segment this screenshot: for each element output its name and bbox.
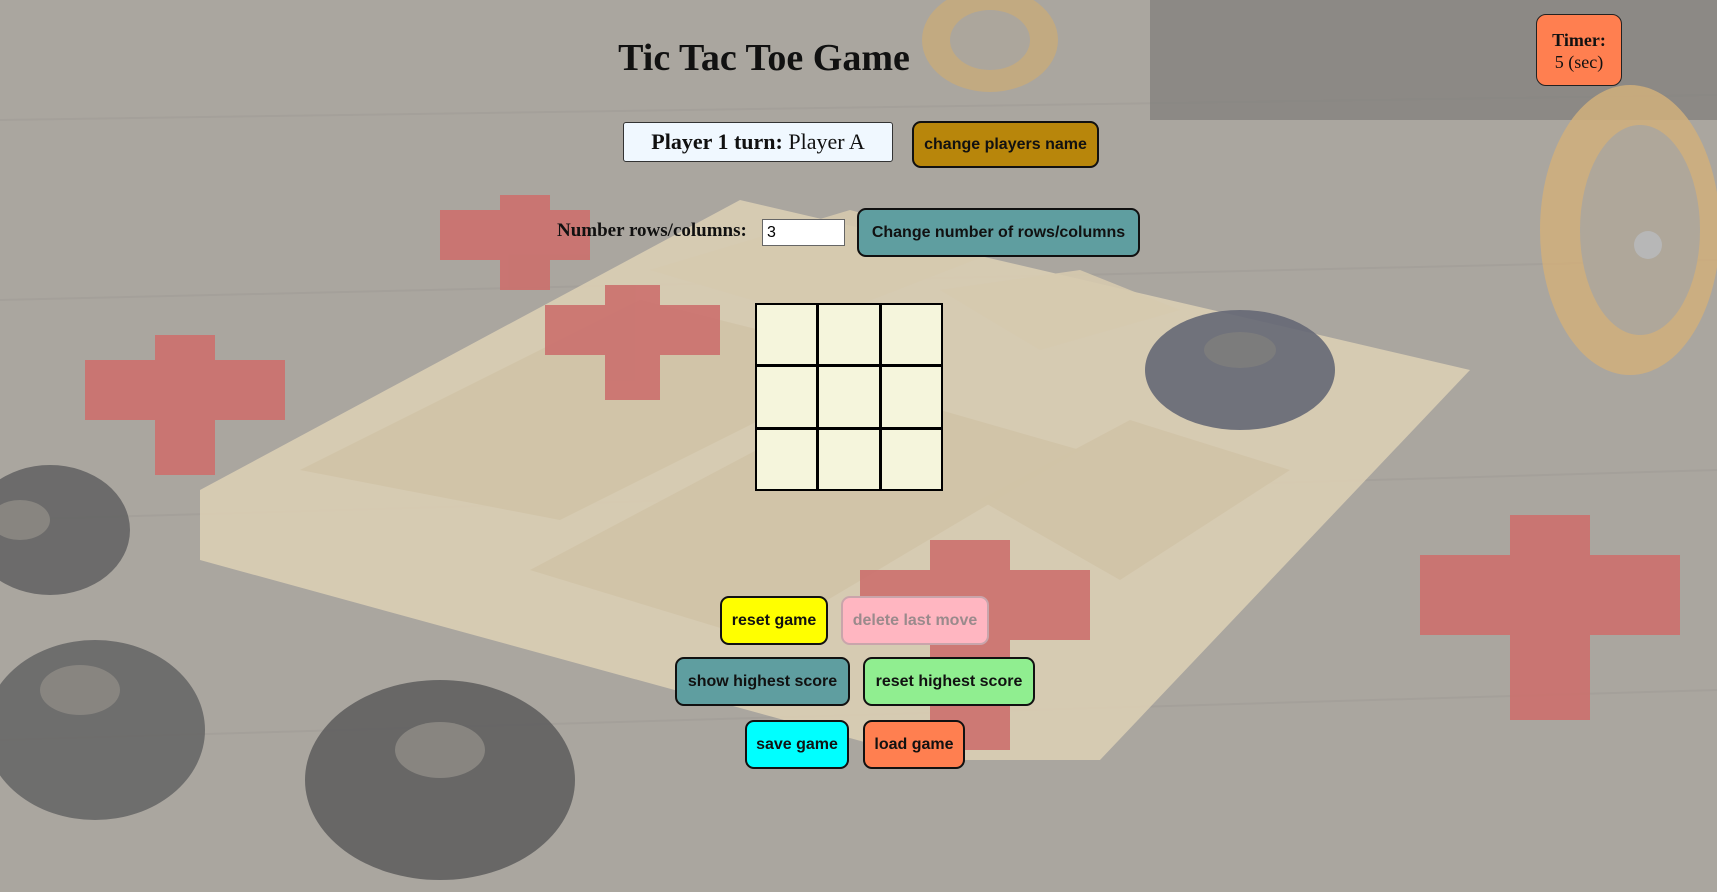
rows-columns-label: Number rows/columns: <box>557 220 747 241</box>
load-game-button[interactable]: load game <box>863 720 965 769</box>
board-cell[interactable] <box>819 429 879 489</box>
change-rows-columns-button[interactable]: Change number of rows/columns <box>857 208 1140 257</box>
change-players-name-button[interactable]: change players name <box>912 121 1099 168</box>
timer-box: Timer: 5 (sec) <box>1536 14 1622 86</box>
game-board <box>755 303 943 491</box>
turn-label: Player 1 turn: <box>651 129 783 154</box>
board-cell[interactable] <box>881 305 941 365</box>
reset-highest-score-button[interactable]: reset highest score <box>863 657 1035 706</box>
save-game-button[interactable]: save game <box>745 720 849 769</box>
player-turn-display: Player 1 turn: Player A <box>623 122 893 162</box>
reset-game-button[interactable]: reset game <box>720 596 828 645</box>
rows-columns-input[interactable] <box>762 219 845 246</box>
board-cell[interactable] <box>757 429 817 489</box>
timer-value: 5 (sec) <box>1554 52 1604 72</box>
board-cell[interactable] <box>757 367 817 427</box>
board-cell[interactable] <box>881 429 941 489</box>
board-cell[interactable] <box>819 367 879 427</box>
show-highest-score-button[interactable]: show highest score <box>675 657 850 706</box>
page-title: Tic Tac Toe Game <box>618 37 910 79</box>
board-cell[interactable] <box>819 305 879 365</box>
board-cell[interactable] <box>881 367 941 427</box>
board-cell[interactable] <box>757 305 817 365</box>
current-player-name: Player A <box>788 129 865 154</box>
delete-last-move-button[interactable]: delete last move <box>841 596 989 645</box>
timer-label: Timer: <box>1552 30 1606 50</box>
